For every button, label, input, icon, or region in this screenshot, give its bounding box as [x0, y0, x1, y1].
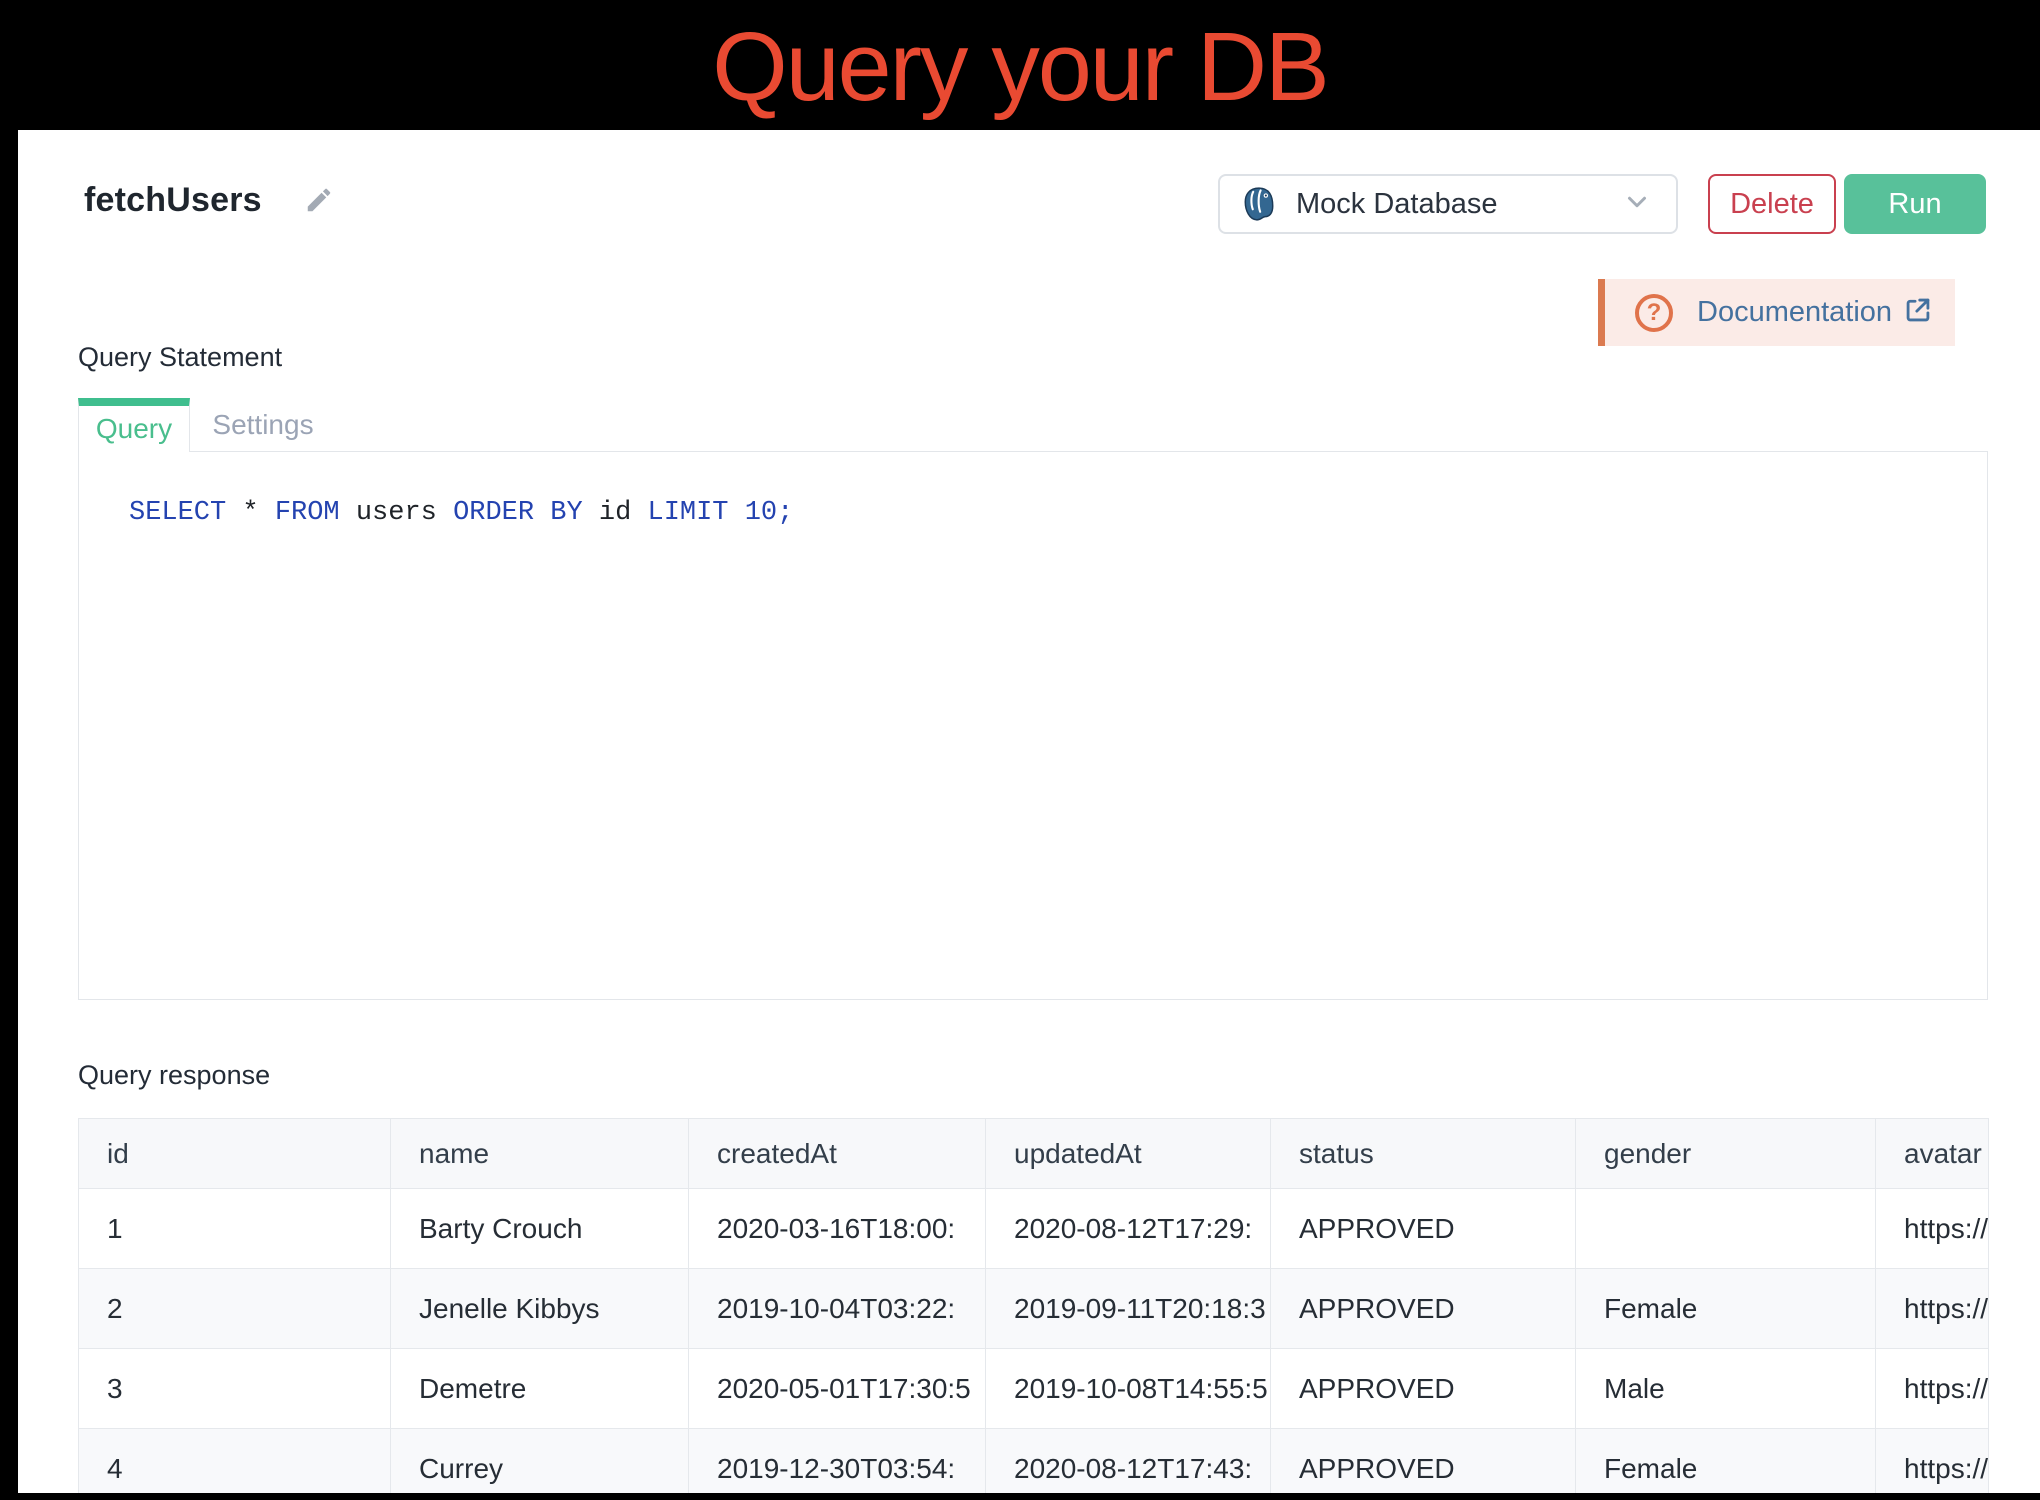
cell-gender: Male: [1576, 1349, 1876, 1429]
sql-token-keyword: LIMIT: [648, 498, 745, 528]
table-row: 1Barty Crouch2020-03-16T18:00:2020-08-12…: [79, 1189, 1989, 1269]
column-header-avatar[interactable]: avatar: [1876, 1119, 1989, 1189]
external-link-icon: [1904, 296, 1932, 329]
question-circle-icon: ?: [1635, 294, 1673, 332]
cell-updatedAt: 2019-10-08T14:55:5: [986, 1349, 1271, 1429]
cell-status: APPROVED: [1271, 1349, 1576, 1429]
cell-name: Jenelle Kibbys: [391, 1269, 689, 1349]
tab-settings[interactable]: Settings: [190, 398, 336, 452]
editor-tabs: Query Settings: [78, 398, 336, 452]
page: Query your DB fetchUsers: [0, 0, 2040, 1500]
column-header-gender[interactable]: gender: [1576, 1119, 1876, 1189]
cell-updatedAt: 2020-08-12T17:43:: [986, 1429, 1271, 1494]
sql-token-keyword: ORDER BY: [453, 498, 599, 528]
cell-name: Barty Crouch: [391, 1189, 689, 1269]
cell-status: APPROVED: [1271, 1189, 1576, 1269]
cell-id: 4: [79, 1429, 391, 1494]
cell-id: 2: [79, 1269, 391, 1349]
sql-token-keyword: SELECT: [129, 498, 242, 528]
tab-query[interactable]: Query: [78, 398, 190, 452]
column-header-updatedAt[interactable]: updatedAt: [986, 1119, 1271, 1189]
cell-id: 1: [79, 1189, 391, 1269]
cell-gender: Female: [1576, 1269, 1876, 1349]
resource-selector-value: Mock Database: [1296, 188, 1622, 221]
cell-updatedAt: 2020-08-12T17:29:: [986, 1189, 1271, 1269]
sql-statement[interactable]: SELECT * FROM users ORDER BY id LIMIT 10…: [79, 452, 1987, 528]
query-response-table: idnamecreatedAtupdatedAtstatusgenderavat…: [78, 1118, 1989, 1493]
edit-pencil-icon[interactable]: [304, 185, 334, 215]
column-header-status[interactable]: status: [1271, 1119, 1576, 1189]
banner-title: Query your DB: [712, 11, 1328, 123]
column-header-createdAt[interactable]: createdAt: [689, 1119, 986, 1189]
cell-avatar: https://: [1876, 1269, 1989, 1349]
run-button[interactable]: Run: [1844, 174, 1986, 234]
cell-updatedAt: 2019-09-11T20:18:3: [986, 1269, 1271, 1349]
sql-editor[interactable]: SELECT * FROM users ORDER BY id LIMIT 10…: [78, 451, 1988, 1000]
chevron-down-icon: [1622, 187, 1652, 222]
sql-token-plain: id: [599, 498, 648, 528]
documentation-link[interactable]: ? Documentation: [1598, 279, 1955, 346]
cell-status: APPROVED: [1271, 1269, 1576, 1349]
cell-id: 3: [79, 1349, 391, 1429]
query-title-row: fetchUsers: [84, 178, 334, 222]
sql-token-number: 10;: [745, 498, 794, 528]
cell-avatar: https://: [1876, 1429, 1989, 1494]
table-header-row: idnamecreatedAtupdatedAtstatusgenderavat…: [79, 1119, 1989, 1189]
sql-token-plain: *: [242, 498, 274, 528]
app-panel: fetchUsers Mock Database: [18, 130, 2040, 1493]
resource-selector-dropdown[interactable]: Mock Database: [1218, 174, 1678, 234]
toolbar: Mock Database Delete Run: [1218, 174, 1986, 234]
cell-gender: [1576, 1189, 1876, 1269]
postgresql-icon: [1240, 185, 1278, 223]
cell-gender: Female: [1576, 1429, 1876, 1494]
cell-name: Currey: [391, 1429, 689, 1494]
top-banner: Query your DB: [0, 0, 2040, 130]
cell-createdAt: 2020-05-01T17:30:5: [689, 1349, 986, 1429]
table-row: 2Jenelle Kibbys2019-10-04T03:22:2019-09-…: [79, 1269, 1989, 1349]
query-response-label: Query response: [78, 1060, 270, 1091]
table-row: 4Currey2019-12-30T03:54:2020-08-12T17:43…: [79, 1429, 1989, 1494]
table-row: 3Demetre2020-05-01T17:30:52019-10-08T14:…: [79, 1349, 1989, 1429]
cell-createdAt: 2019-12-30T03:54:: [689, 1429, 986, 1494]
cell-createdAt: 2020-03-16T18:00:: [689, 1189, 986, 1269]
table-body: 1Barty Crouch2020-03-16T18:00:2020-08-12…: [79, 1189, 1989, 1494]
left-black-border: [0, 130, 18, 1500]
delete-button[interactable]: Delete: [1708, 174, 1836, 234]
cell-avatar: https://: [1876, 1349, 1989, 1429]
column-header-id[interactable]: id: [79, 1119, 391, 1189]
query-statement-label: Query Statement: [78, 342, 282, 373]
bottom-black-border: [0, 1493, 2040, 1500]
query-name: fetchUsers: [84, 181, 262, 220]
sql-token-keyword: FROM: [275, 498, 356, 528]
sql-token-plain: users: [356, 498, 453, 528]
cell-status: APPROVED: [1271, 1429, 1576, 1494]
cell-avatar: https://: [1876, 1189, 1989, 1269]
documentation-label: Documentation: [1697, 296, 1892, 329]
cell-createdAt: 2019-10-04T03:22:: [689, 1269, 986, 1349]
cell-name: Demetre: [391, 1349, 689, 1429]
column-header-name[interactable]: name: [391, 1119, 689, 1189]
